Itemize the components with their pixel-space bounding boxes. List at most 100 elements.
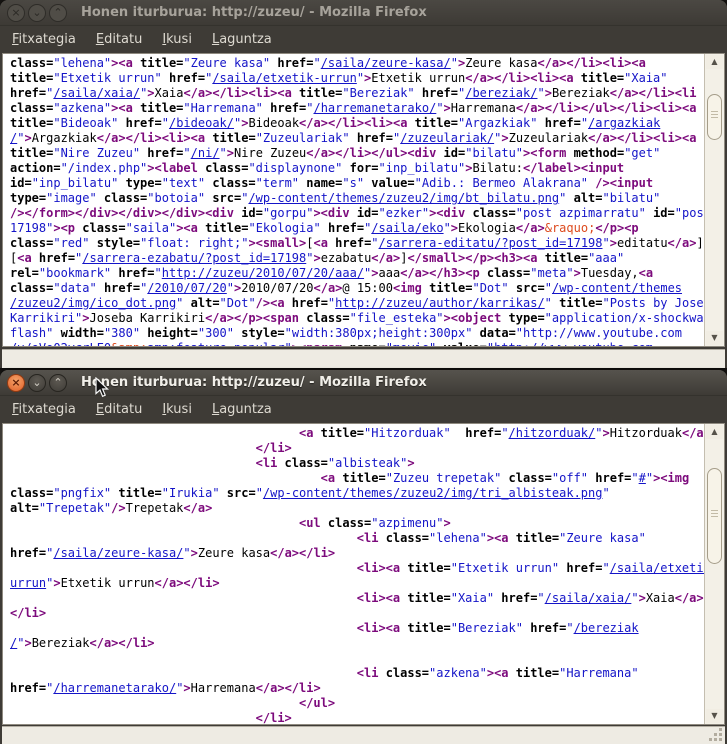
- source-tag: </ul>: [299, 696, 335, 710]
- source-attr-value: "width:380px;height:300px": [285, 326, 480, 340]
- source-link[interactable]: /harremanetarako/: [53, 681, 176, 695]
- source-attr-name: class=: [509, 471, 552, 485]
- source-line: rel="bookmark" href="http://zuzeu/2010/0…: [10, 266, 724, 281]
- source-tag: >: [444, 101, 451, 115]
- source-link[interactable]: /wp-content/themes: [552, 281, 682, 295]
- source-link[interactable]: /wp-content/themes/zuzeu2/img/tri_albist…: [263, 486, 603, 500]
- source-link[interactable]: urrun: [10, 576, 46, 590]
- source-view: class="lehena"><a title="Zeure kasa" hre…: [2, 53, 725, 347]
- source-tag: >: [545, 86, 552, 100]
- source-attr-name: title=: [10, 146, 53, 160]
- menu-item-laguntza[interactable]: Laguntza: [202, 399, 282, 420]
- menu-item-ikusi[interactable]: Ikusi: [152, 29, 202, 50]
- source-link[interactable]: /saila/xaia/: [53, 86, 140, 100]
- source-quote: ": [602, 561, 609, 575]
- source-tag: ><a: [487, 666, 516, 680]
- source-link[interactable]: /saila/etxetik-: [610, 561, 718, 575]
- menu-item-editatu[interactable]: Editatu: [86, 399, 152, 420]
- source-attr-name: id=: [653, 206, 675, 220]
- source-attr-value: "data": [53, 281, 104, 295]
- source-link[interactable]: /saila/etxetik-urrun: [212, 71, 357, 85]
- source-tag: <li: [256, 456, 285, 470]
- source-link[interactable]: /wp-content/themes/zuzeu2/img/bt_bilatu.…: [248, 191, 559, 205]
- source-line: action="/index.php"><label class="displa…: [10, 161, 724, 176]
- maximize-button[interactable]: ⌃: [49, 374, 67, 392]
- source-link[interactable]: /bereziak/: [465, 86, 537, 100]
- source-link[interactable]: /hitzorduak/: [509, 426, 596, 440]
- source-tag: <a: [299, 426, 321, 440]
- menu-item-editatu[interactable]: Editatu: [86, 29, 152, 50]
- titlebar[interactable]: ×⌄⌃ Honen iturburua: http://zuzeu/ - Moz…: [0, 370, 727, 396]
- minimize-button[interactable]: ⌄: [28, 4, 46, 22]
- source-link[interactable]: /bideoak/: [169, 116, 234, 130]
- source-tag: </li>: [10, 606, 46, 620]
- source-attr-name: class=: [205, 161, 248, 175]
- source-link[interactable]: /saila/xaia/: [545, 591, 632, 605]
- source-tag: </a></li><li><a: [588, 131, 696, 145]
- source-link[interactable]: /saila/eko: [371, 221, 443, 235]
- source-attr-value: "red": [53, 236, 96, 250]
- source-attr-name: href=: [422, 86, 458, 100]
- source-attr-name: class=: [285, 456, 328, 470]
- vertical-scrollbar[interactable]: ▲ ▼: [704, 424, 724, 724]
- minimize-button[interactable]: ⌄: [28, 374, 46, 392]
- source-link[interactable]: /saila/zeure-kasa/: [321, 56, 451, 70]
- source-link[interactable]: /sarrera-editatu/?post_id=17198: [379, 236, 603, 250]
- source-link[interactable]: /sarrera-ezabatu/?post_id=17198: [82, 251, 306, 265]
- source-link[interactable]: /harremanetarako/: [313, 101, 436, 115]
- scroll-down-icon[interactable]: ▼: [706, 331, 723, 345]
- source-attr-name: href=: [335, 236, 371, 250]
- source-window-top: ×⌄⌃ Honen iturburua: http://zuzeu/ - Moz…: [0, 0, 727, 368]
- source-quote: ": [451, 56, 458, 70]
- source-link[interactable]: #: [639, 471, 646, 485]
- source-attr-value: "saila": [126, 221, 177, 235]
- menubar: FitxategiaEditatuIkusiLaguntza: [0, 26, 727, 52]
- source-line: [10, 651, 724, 666]
- source-quote: ": [313, 56, 320, 70]
- source-link[interactable]: /saila/zeure-kasa/: [53, 546, 183, 560]
- scroll-up-icon[interactable]: ▲: [706, 425, 723, 439]
- menu-item-fitxategia[interactable]: Fitxategia: [2, 399, 86, 420]
- source-line: title="Nire Zuzeu" href="/ni/">Nire Zuze…: [10, 146, 724, 161]
- scrollbar-thumb[interactable]: [707, 468, 722, 564]
- source-quote: ": [444, 221, 451, 235]
- source-tag: <li><a: [357, 591, 408, 605]
- source-link[interactable]: /zuzeulariak/: [400, 131, 494, 145]
- source-attr-value: "http://www.youtube.com: [487, 341, 653, 347]
- close-button[interactable]: ×: [7, 374, 25, 392]
- source-tag: >: [371, 266, 378, 280]
- source-link[interactable]: /ni/: [191, 146, 220, 160]
- source-text-node: Etxetik urrun: [61, 576, 155, 590]
- source-tag: </a></h3><p: [400, 266, 487, 280]
- source-line: <ul class="azpimenu">: [10, 516, 724, 531]
- source-link[interactable]: /2010/07/20: [147, 281, 226, 295]
- source-link[interactable]: /bereziak: [574, 621, 639, 635]
- maximize-button[interactable]: ⌃: [49, 4, 67, 22]
- source-quote: ": [220, 146, 227, 160]
- source-quote: ": [545, 296, 552, 310]
- source-link[interactable]: http://zuzeu/author/karrikas/: [335, 296, 545, 310]
- source-link[interactable]: /argazkiak: [588, 116, 660, 130]
- scrollbar-thumb[interactable]: [707, 94, 722, 140]
- scroll-up-icon[interactable]: ▲: [706, 55, 723, 69]
- source-attr-name: href=: [545, 116, 581, 130]
- source-attr-name: href=: [10, 546, 46, 560]
- menu-item-laguntza[interactable]: Laguntza: [202, 29, 282, 50]
- menu-item-fitxategia[interactable]: Fitxategia: [2, 29, 86, 50]
- source-quote: ": [155, 266, 162, 280]
- source-tag: </a></li>: [270, 546, 335, 560]
- source-attr-value: "Etxetik urrun": [451, 561, 567, 575]
- source-tag: </label><input: [523, 161, 624, 175]
- close-button[interactable]: ×: [7, 4, 25, 22]
- titlebar[interactable]: ×⌄⌃ Honen iturburua: http://zuzeu/ - Moz…: [0, 0, 727, 26]
- source-tag: >: [191, 546, 198, 560]
- menu-item-ikusi[interactable]: Ikusi: [152, 399, 202, 420]
- source-link[interactable]: http://zuzeu/2010/07/20/aaa/: [162, 266, 364, 280]
- source-line: /></form></div></div></div><div id="gorp…: [10, 206, 724, 221]
- scroll-down-icon[interactable]: ▼: [706, 709, 723, 723]
- source-window-bottom: ×⌄⌃ Honen iturburua: http://zuzeu/ - Moz…: [0, 370, 727, 744]
- resize-grip-icon[interactable]: [709, 728, 723, 742]
- source-link[interactable]: /zuzeu2/img/ico_dot.png: [10, 296, 176, 310]
- source-tag: </a>: [183, 501, 212, 515]
- vertical-scrollbar[interactable]: ▲ ▼: [704, 54, 724, 346]
